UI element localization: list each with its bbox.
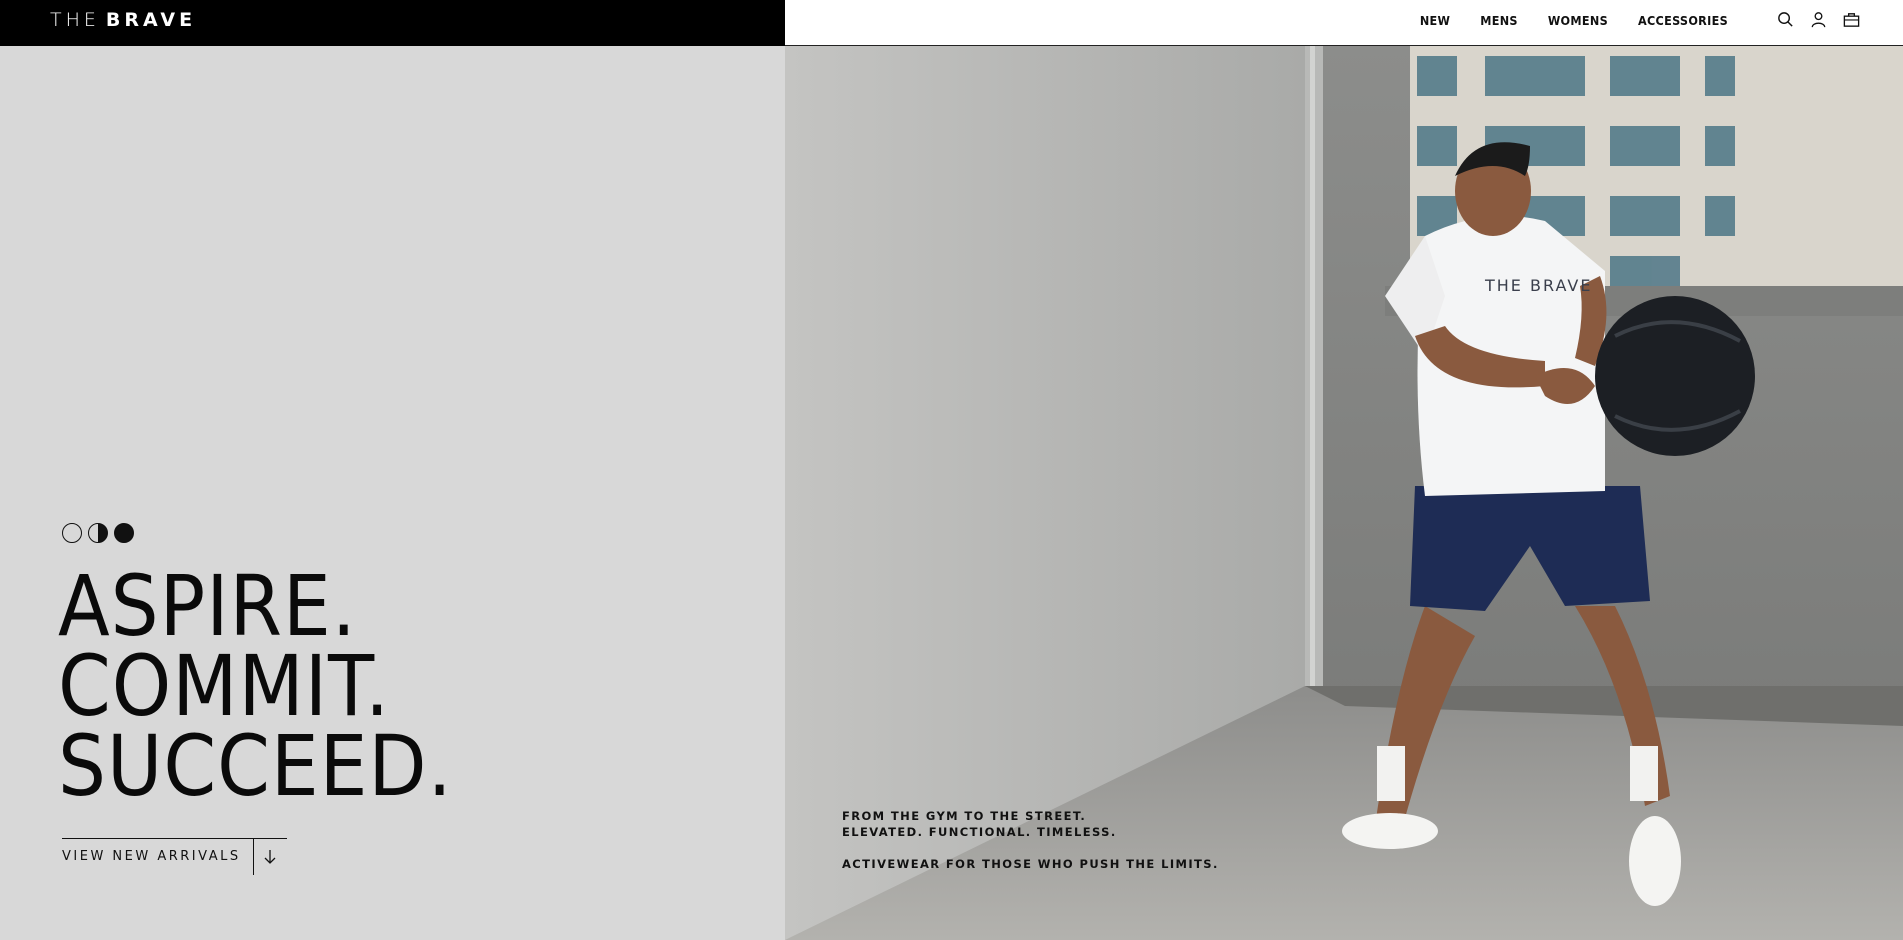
hero-photo-panel: THE BRAVE FROM THE GYM TO THE STREET. EL… bbox=[785, 46, 1903, 940]
nav-item-new[interactable]: NEW bbox=[1420, 13, 1450, 28]
bag-icon[interactable] bbox=[1842, 10, 1861, 29]
logo-text-bold: BRAVE bbox=[105, 9, 197, 31]
full-circle-icon bbox=[114, 523, 134, 543]
headline-line-3: SUCCEED. bbox=[58, 717, 453, 815]
nav-item-mens[interactable]: MENS bbox=[1480, 13, 1518, 28]
hero-left-panel: ASPIRE. COMMIT. SUCCEED. VIEW NEW ARRIVA… bbox=[0, 46, 785, 940]
tagline-line-2: ELEVATED. FUNCTIONAL. TIMELESS. bbox=[842, 825, 1117, 839]
phase-icons bbox=[62, 523, 134, 543]
empty-circle-icon bbox=[62, 523, 82, 543]
shirt-print: THE BRAVE bbox=[1484, 276, 1592, 295]
arrow-down-icon bbox=[252, 838, 287, 875]
headline-line-1: ASPIRE. bbox=[58, 557, 357, 655]
headline-line-2: COMMIT. bbox=[58, 637, 391, 735]
hero-tagline: FROM THE GYM TO THE STREET. ELEVATED. FU… bbox=[842, 808, 1219, 872]
tagline-spacer bbox=[842, 840, 1219, 856]
half-circle-icon bbox=[88, 523, 108, 543]
nav-item-accessories[interactable]: ACCESSORIES bbox=[1638, 13, 1728, 28]
nav-item-womens[interactable]: WOMENS bbox=[1548, 13, 1608, 28]
hero-headline: ASPIRE. COMMIT. SUCCEED. bbox=[58, 557, 453, 815]
tagline-line-1: FROM THE GYM TO THE STREET. bbox=[842, 809, 1087, 823]
nav-panel: NEW MENS WOMENS ACCESSORIES bbox=[785, 0, 1903, 46]
header-icons bbox=[1776, 10, 1861, 29]
hero-photo: THE BRAVE bbox=[785, 46, 1903, 940]
tagline-footer: ACTIVEWEAR FOR THOSE WHO PUSH THE LIMITS… bbox=[842, 857, 1219, 871]
user-icon[interactable] bbox=[1809, 10, 1828, 29]
view-new-arrivals-button[interactable]: VIEW NEW ARRIVALS bbox=[62, 838, 287, 875]
search-icon[interactable] bbox=[1776, 10, 1795, 29]
brand-logo[interactable]: THE BRAVE bbox=[50, 9, 196, 31]
main-nav: NEW MENS WOMENS ACCESSORIES bbox=[1420, 13, 1728, 28]
site-header: THE BRAVE NEW MENS WOMENS ACCESSORIES bbox=[0, 0, 1903, 46]
cta-label: VIEW NEW ARRIVALS bbox=[62, 849, 241, 864]
logo-text-light: THE bbox=[50, 9, 100, 31]
logo-panel: THE BRAVE bbox=[0, 0, 785, 46]
